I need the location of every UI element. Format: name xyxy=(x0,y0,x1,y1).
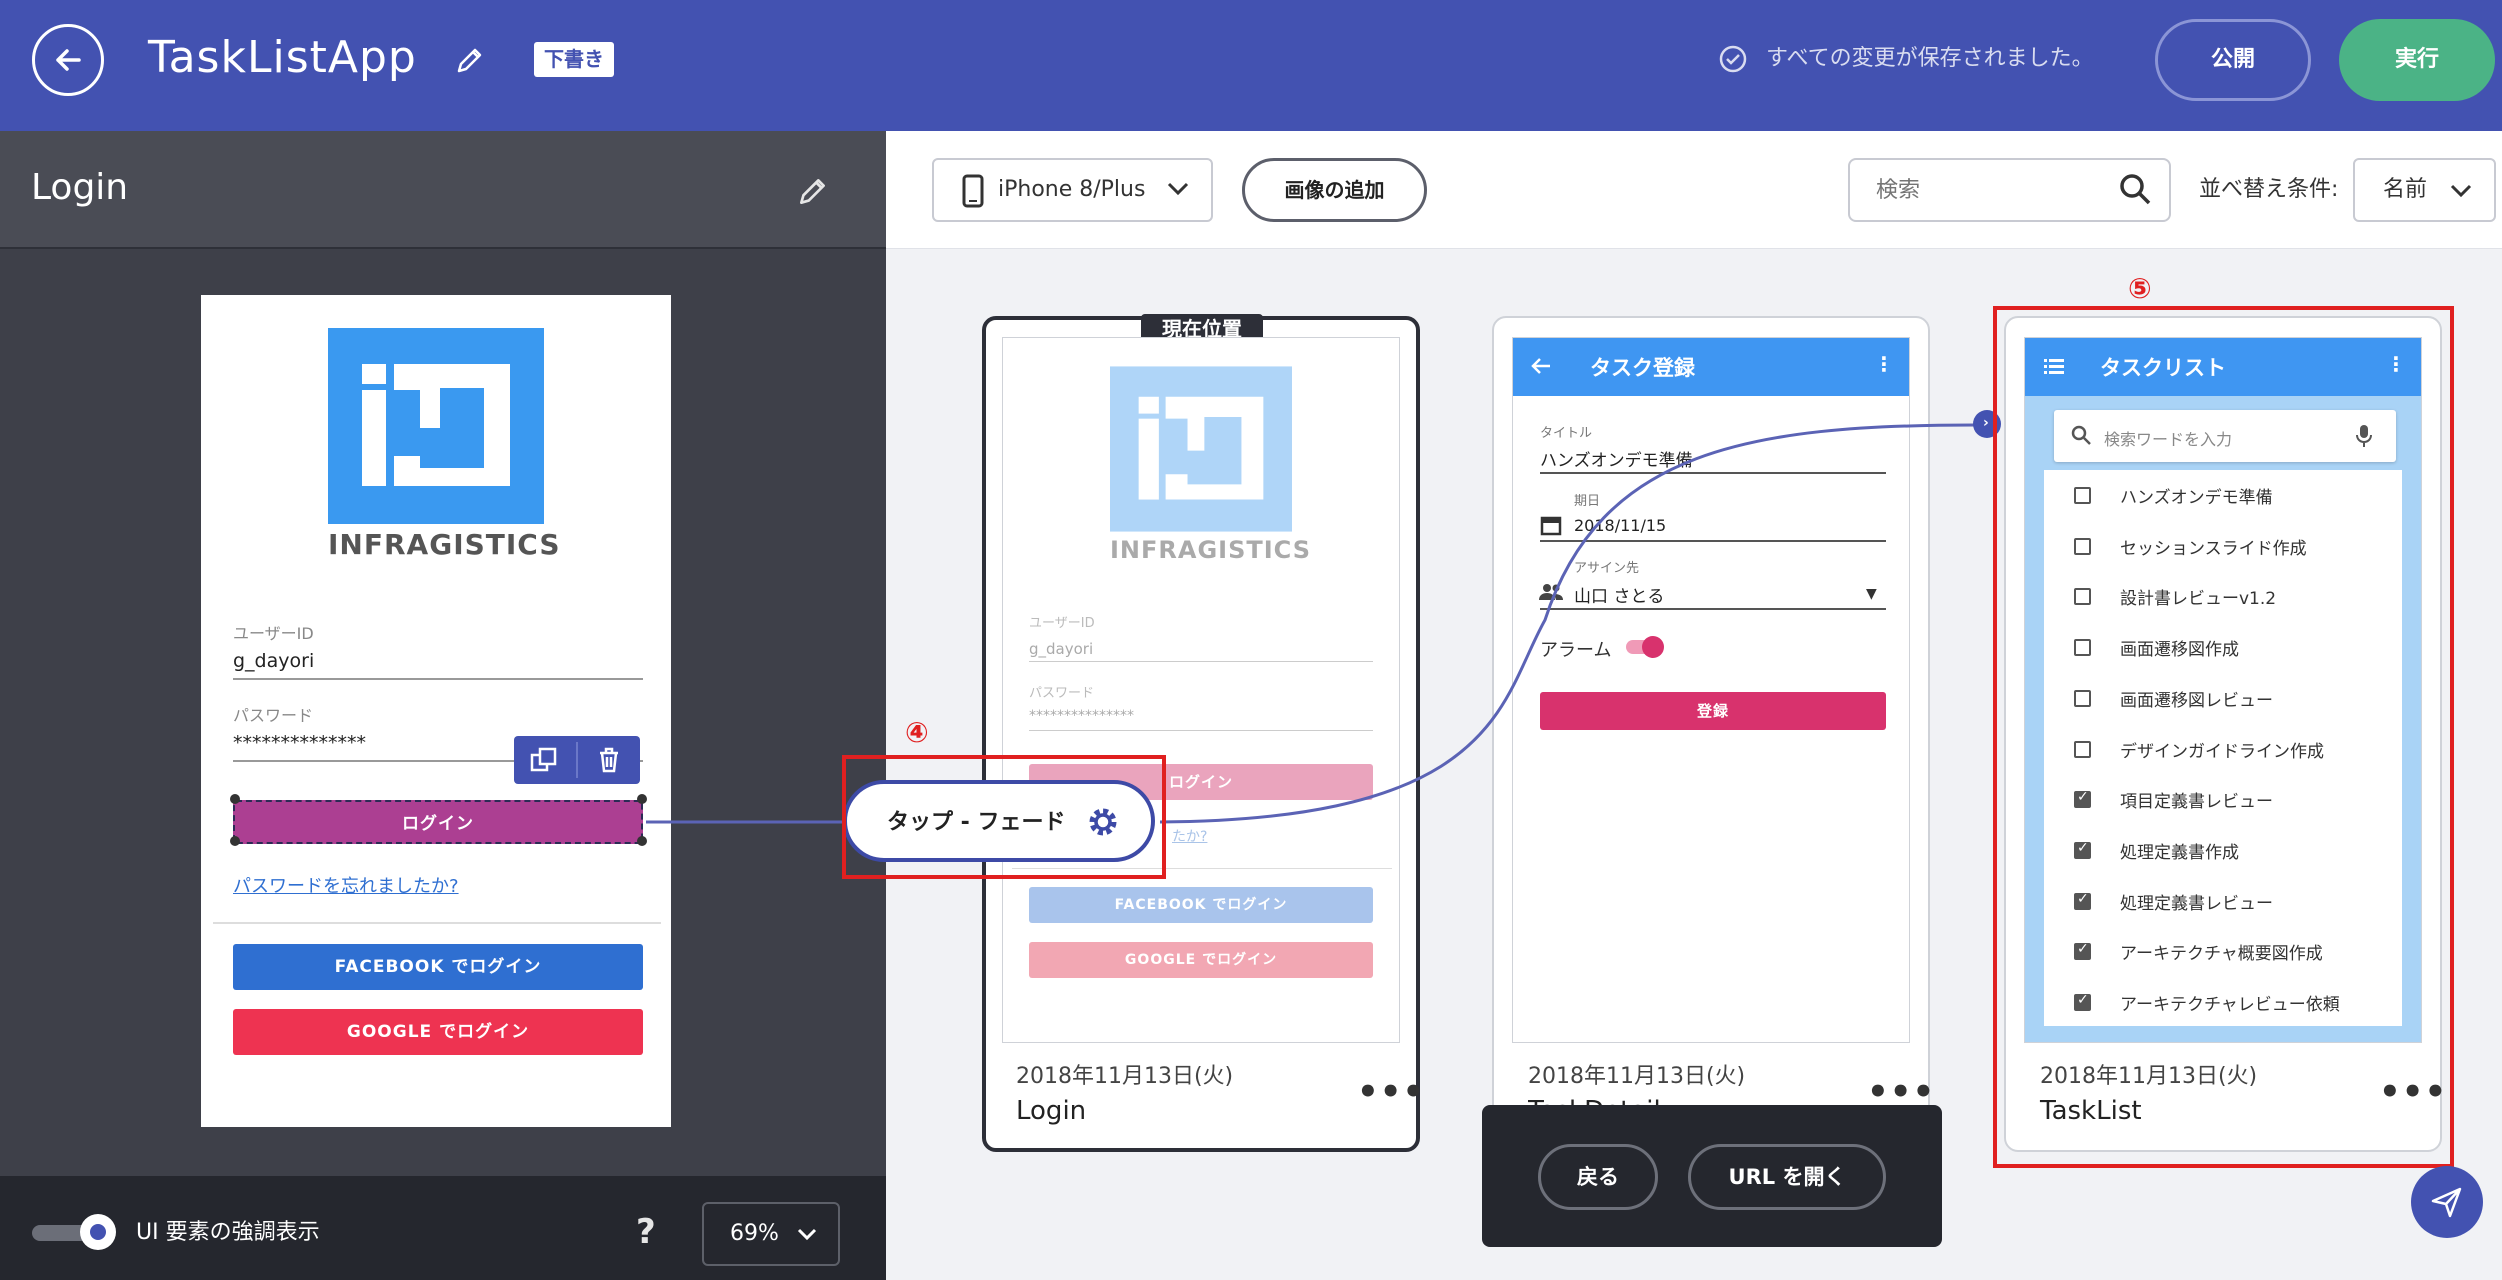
annotation-frame-4 xyxy=(842,755,1166,879)
send-icon xyxy=(2431,1187,2462,1218)
open-url-button[interactable]: URL を開く xyxy=(1688,1144,1886,1210)
annotation-number-4: ④ xyxy=(905,716,929,749)
annotation-number-5: ⑤ xyxy=(2128,272,2152,305)
chevron-right-icon: › xyxy=(1983,415,1989,431)
transition-curve xyxy=(1159,423,1976,824)
send-feedback-button[interactable] xyxy=(2411,1166,2483,1238)
annotation-frame-5 xyxy=(1993,306,2454,1168)
back-button[interactable]: 戻る xyxy=(1538,1144,1658,1210)
